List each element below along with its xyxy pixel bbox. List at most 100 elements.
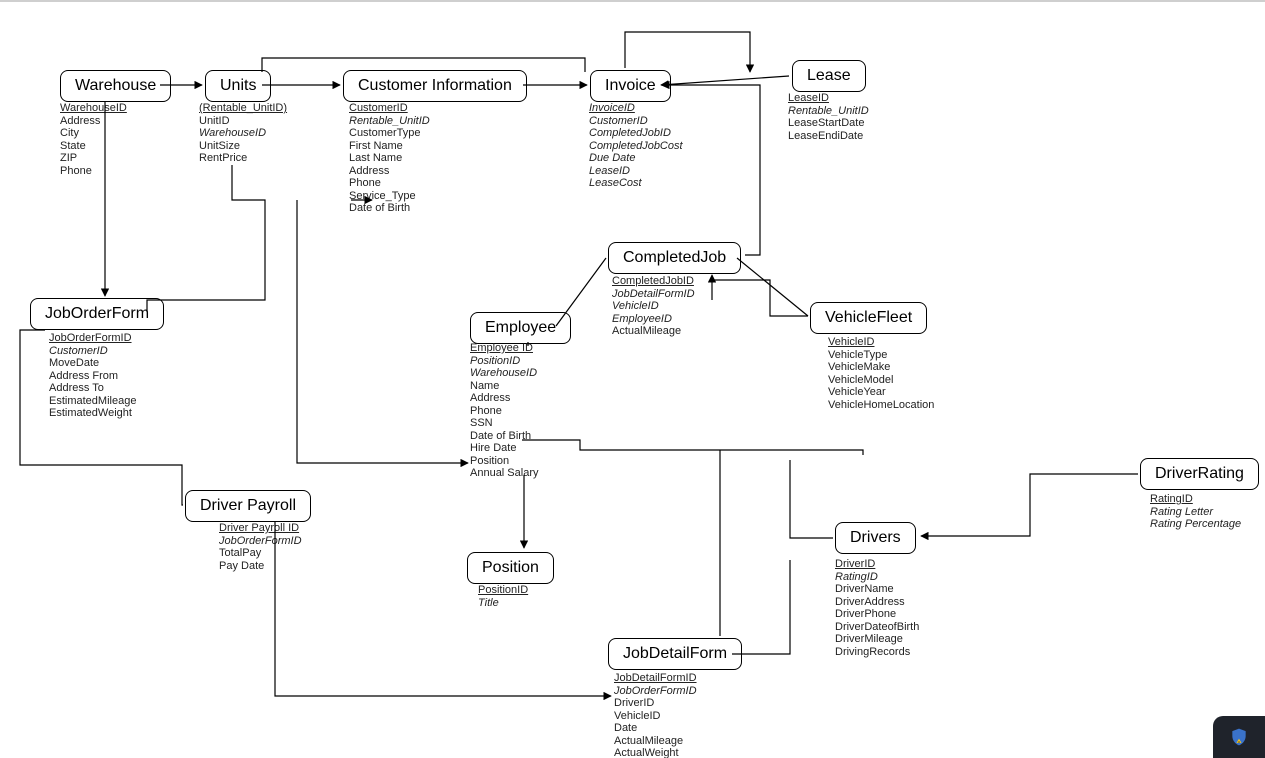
entity-drivers[interactable]: Drivers	[835, 522, 916, 554]
entity-title: Units	[220, 77, 256, 94]
attribute: DriverMileage	[835, 633, 919, 646]
attrs-invoice: InvoiceIDCustomerIDCompletedJobIDComplet…	[589, 102, 683, 190]
attribute: Address	[349, 165, 430, 178]
entity-title: Invoice	[605, 77, 656, 94]
attribute: DrivingRecords	[835, 646, 919, 659]
attribute: Employee ID	[470, 342, 539, 355]
entity-driverpayroll[interactable]: Driver Payroll	[185, 490, 311, 522]
attrs-employee: Employee IDPositionIDWarehouseIDNameAddr…	[470, 342, 539, 480]
diagram-canvas[interactable]: Warehouse Units Customer Information Inv…	[0, 0, 1265, 758]
attribute: JobDetailFormID	[612, 288, 695, 301]
attribute: UnitSize	[199, 140, 287, 153]
entity-units[interactable]: Units	[205, 70, 271, 102]
attribute: DriverName	[835, 583, 919, 596]
entity-title: VehicleFleet	[825, 309, 912, 326]
attribute: Rentable_UnitID	[788, 105, 869, 118]
attribute: CompletedJobID	[612, 275, 695, 288]
attribute: WarehouseID	[60, 102, 127, 115]
attribute: SSN	[470, 417, 539, 430]
attribute: Rating Letter	[1150, 506, 1241, 519]
attribute: VehicleHomeLocation	[828, 399, 934, 412]
attribute: CustomerID	[49, 345, 136, 358]
attribute: Address From	[49, 370, 136, 383]
attrs-position: PositionIDTitle	[478, 584, 528, 609]
attribute: Rating Percentage	[1150, 518, 1241, 531]
attrs-drivers: DriverIDRatingIDDriverNameDriverAddressD…	[835, 558, 919, 658]
attribute: Rentable_UnitID	[349, 115, 430, 128]
attribute: DriverDateofBirth	[835, 621, 919, 634]
entity-title: Customer Information	[358, 77, 512, 94]
entity-lease[interactable]: Lease	[792, 60, 866, 92]
attribute: Hire Date	[470, 442, 539, 455]
attribute: VehicleID	[612, 300, 695, 313]
attribute: CustomerType	[349, 127, 430, 140]
attribute: UnitID	[199, 115, 287, 128]
entity-title: Employee	[485, 319, 556, 336]
entity-joborder[interactable]: JobOrderForm	[30, 298, 164, 330]
attribute: VehicleID	[614, 710, 697, 723]
attribute: Date of Birth	[349, 202, 430, 215]
attribute: Due Date	[589, 152, 683, 165]
attribute: ActualMileage	[612, 325, 695, 338]
entity-title: Drivers	[850, 529, 901, 546]
entity-employee[interactable]: Employee	[470, 312, 571, 344]
attribute: JobDetailFormID	[614, 672, 697, 685]
attribute: TotalPay	[219, 547, 302, 560]
attribute: Pay Date	[219, 560, 302, 573]
attribute: PositionID	[470, 355, 539, 368]
entity-title: JobOrderForm	[45, 305, 149, 322]
attribute: Last Name	[349, 152, 430, 165]
attribute: WarehouseID	[470, 367, 539, 380]
attribute: Phone	[470, 405, 539, 418]
attribute: Address To	[49, 382, 136, 395]
entity-jobdetailform[interactable]: JobDetailForm	[608, 638, 742, 670]
attrs-units: (Rentable_UnitID)UnitIDWarehouseIDUnitSi…	[199, 102, 287, 165]
attribute: CustomerID	[349, 102, 430, 115]
attribute: RatingID	[1150, 493, 1241, 506]
attribute: JobOrderFormID	[614, 685, 697, 698]
attrs-driverpayroll: Driver Payroll IDJobOrderFormIDTotalPayP…	[219, 522, 302, 572]
attribute: ActualMileage	[614, 735, 697, 748]
attribute: CustomerID	[589, 115, 683, 128]
attrs-driverrating: RatingIDRating LetterRating Percentage	[1150, 493, 1241, 531]
attrs-custinfo: CustomerIDRentable_UnitIDCustomerTypeFir…	[349, 102, 430, 215]
attribute: DriverAddress	[835, 596, 919, 609]
attribute: Phone	[60, 165, 127, 178]
attribute: MoveDate	[49, 357, 136, 370]
corner-badge[interactable]	[1213, 716, 1265, 758]
attribute: ZIP	[60, 152, 127, 165]
attribute: ActualWeight	[614, 747, 697, 758]
attribute: VehicleID	[828, 336, 934, 349]
entity-title: Lease	[807, 67, 851, 84]
attribute: LeaseID	[788, 92, 869, 105]
attribute: EmployeeID	[612, 313, 695, 326]
shield-warning-icon	[1229, 727, 1249, 747]
entity-completedjob[interactable]: CompletedJob	[608, 242, 741, 274]
attribute: State	[60, 140, 127, 153]
attribute: DriverID	[835, 558, 919, 571]
attribute: Date	[614, 722, 697, 735]
entity-invoice[interactable]: Invoice	[590, 70, 671, 102]
entity-warehouse[interactable]: Warehouse	[60, 70, 171, 102]
entity-title: Driver Payroll	[200, 497, 296, 514]
attribute: (Rentable_UnitID)	[199, 102, 287, 115]
entity-driverrating[interactable]: DriverRating	[1140, 458, 1259, 490]
entity-title: DriverRating	[1155, 465, 1244, 482]
attribute: Title	[478, 597, 528, 610]
attribute: PositionID	[478, 584, 528, 597]
attribute: Phone	[349, 177, 430, 190]
attribute: JobOrderFormID	[219, 535, 302, 548]
attribute: LeaseStartDate	[788, 117, 869, 130]
attribute: LeaseCost	[589, 177, 683, 190]
entity-title: JobDetailForm	[623, 645, 727, 662]
attribute: Annual Salary	[470, 467, 539, 480]
attrs-warehouse: WarehouseIDAddressCityStateZIPPhone	[60, 102, 127, 177]
attribute: Position	[470, 455, 539, 468]
attribute: InvoiceID	[589, 102, 683, 115]
attribute: First Name	[349, 140, 430, 153]
entity-vehiclefleet[interactable]: VehicleFleet	[810, 302, 927, 334]
attribute: WarehouseID	[199, 127, 287, 140]
entity-custinfo[interactable]: Customer Information	[343, 70, 527, 102]
entity-position[interactable]: Position	[467, 552, 554, 584]
attribute: EstimatedMileage	[49, 395, 136, 408]
